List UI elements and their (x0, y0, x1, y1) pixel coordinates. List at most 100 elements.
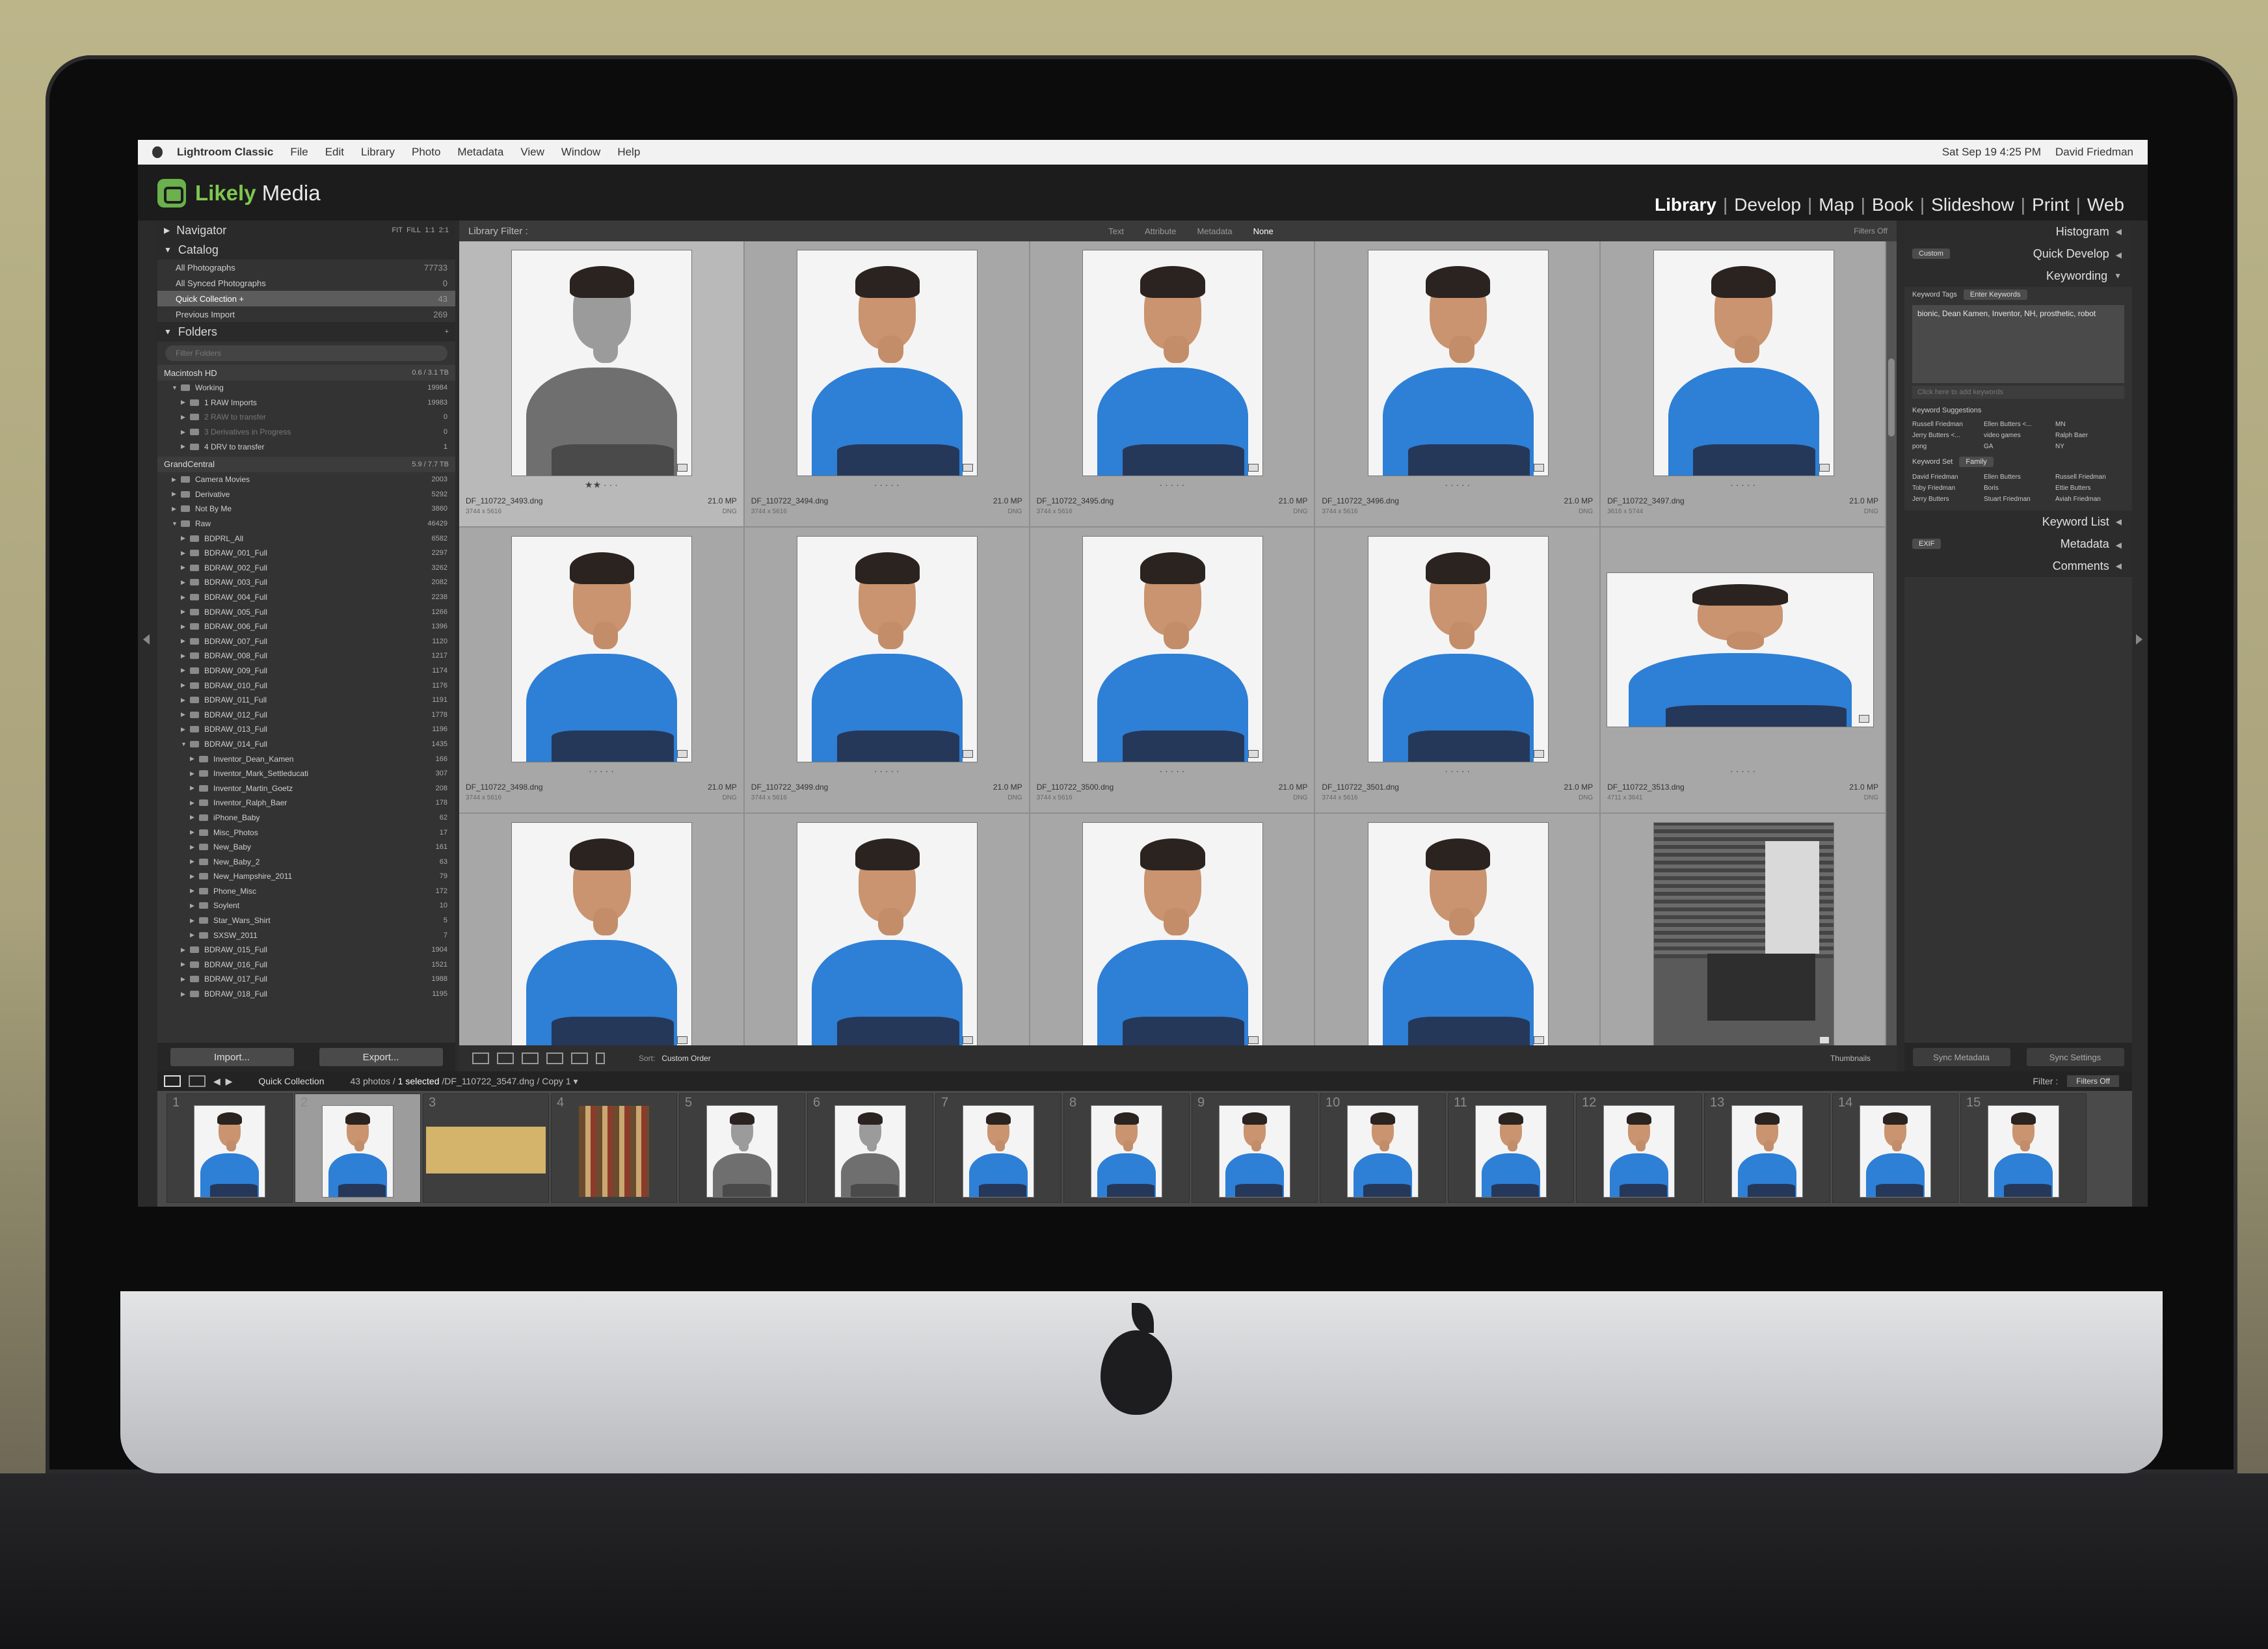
grid-cell[interactable] (1030, 814, 1316, 1045)
collapse-triangle-icon[interactable]: ▶ (190, 784, 199, 792)
keyword-suggestion[interactable]: video games (1984, 432, 2053, 439)
grid-cell[interactable]: · · · · · DF_110722_3494.dng 21.0 MP 3744 x… (744, 241, 1030, 528)
add-folder-icon[interactable]: + (445, 328, 449, 336)
catalog-item[interactable]: All Photographs 77733 (157, 260, 455, 275)
portrait-photo[interactable] (1091, 1106, 1162, 1197)
filmstrip-filters-off-select[interactable]: Filters Off (2067, 1075, 2119, 1087)
collapse-triangle-icon[interactable]: ▶ (181, 399, 190, 406)
collapse-triangle-icon[interactable]: ▶ (181, 991, 190, 998)
expand-triangle-icon[interactable]: ▼ (181, 741, 190, 747)
collapse-triangle-icon[interactable]: ▶ (181, 535, 190, 542)
bookshelf-photo[interactable] (579, 1106, 649, 1197)
portrait-photo[interactable] (963, 1106, 1034, 1197)
star-rating[interactable]: · · · · · (1315, 766, 1599, 776)
collapse-triangle-icon[interactable]: ▶ (190, 858, 199, 865)
star-rating[interactable]: · · · · · (1315, 479, 1599, 490)
folder-item[interactable]: ▶ Soylent 10 (157, 898, 455, 913)
keyword-set-item[interactable]: David Friedman (1912, 474, 1981, 481)
folder-item[interactable]: ▶ Derivative 5292 (157, 487, 455, 502)
portrait-photo[interactable] (1368, 537, 1548, 762)
keyword-suggestion[interactable]: Ralph Baer (2055, 432, 2124, 439)
menu-window[interactable]: Window (561, 146, 600, 159)
left-panel-toggle-icon[interactable] (143, 634, 150, 645)
collapse-triangle-icon[interactable]: ▶ (172, 505, 181, 513)
portrait-photo[interactable] (1607, 573, 1873, 727)
filmstrip-cell[interactable]: 1 (167, 1093, 293, 1203)
portrait-photo[interactable] (1368, 250, 1548, 476)
collapse-triangle-icon[interactable]: ▶ (190, 755, 199, 762)
star-rating[interactable]: · · · · · (745, 766, 1029, 776)
keyword-set-item[interactable]: Boris (1984, 485, 2053, 492)
filmstrip-cell[interactable]: 4 (551, 1093, 677, 1203)
portrait-photo[interactable] (1988, 1106, 2059, 1197)
folder-item[interactable]: ▶ BDRAW_005_Full 1266 (157, 604, 455, 619)
menu-help[interactable]: Help (617, 146, 640, 159)
collapse-triangle-icon[interactable]: ▶ (190, 770, 199, 777)
keyword-set-item[interactable]: Ellen Butters (1984, 474, 2053, 481)
portrait-photo[interactable] (1732, 1106, 1802, 1197)
folder-item[interactable]: ▶ iPhone_Baby 62 (157, 811, 455, 825)
compare-view-icon[interactable] (522, 1052, 539, 1064)
folder-item[interactable]: ▶ BDRAW_004_Full 2238 (157, 590, 455, 605)
menu-photo[interactable]: Photo (412, 146, 440, 159)
painter-icon[interactable] (596, 1052, 605, 1064)
filmstrip-cell[interactable]: 7 (935, 1093, 1061, 1203)
portrait-photo[interactable] (1653, 250, 1834, 476)
module-develop[interactable]: Develop (1728, 194, 1808, 215)
folder-item[interactable]: ▶ 3 Derivatives in Progress 0 (157, 425, 455, 440)
catalog-item[interactable]: Previous Import 269 (157, 306, 455, 322)
folder-item[interactable]: ▶ New_Baby 161 (157, 840, 455, 855)
sync-metadata-button[interactable]: Sync Metadata (1912, 1048, 2010, 1066)
portrait-photo[interactable] (835, 1106, 905, 1197)
folder-item[interactable]: ▶ SXSW_2011 7 (157, 928, 455, 943)
collapse-triangle-icon[interactable]: ▶ (181, 414, 190, 421)
module-map[interactable]: Map (1812, 194, 1860, 215)
collapse-triangle-icon[interactable]: ▶ (190, 873, 199, 880)
portrait-photo[interactable] (512, 250, 692, 476)
grid-cell[interactable]: ★★ · · · DF_110722_3493.dng 21.0 MP 3744 x … (459, 241, 745, 528)
portrait-photo[interactable] (512, 823, 692, 1045)
folder-item[interactable]: ▶ BDRAW_012_Full 1778 (157, 707, 455, 722)
folder-item[interactable]: ▶ Phone_Misc 172 (157, 884, 455, 899)
portrait-photo[interactable] (1368, 823, 1548, 1045)
filmstrip-source[interactable]: Quick Collection (258, 1076, 324, 1086)
quick-develop-preset-select[interactable]: Custom (1912, 248, 1950, 259)
filmstrip-cell[interactable]: 2 (295, 1093, 421, 1203)
folder-item[interactable]: ▶ 1 RAW Imports 19983 (157, 395, 455, 410)
portrait-photo[interactable] (797, 250, 978, 476)
add-keywords-input[interactable]: Click here to add keywords (1912, 386, 2124, 399)
folder-item[interactable]: ▶ BDRAW_011_Full 1191 (157, 693, 455, 708)
collapse-triangle-icon[interactable]: ▶ (181, 697, 190, 704)
collapse-triangle-icon[interactable]: ▶ (181, 594, 190, 601)
collapse-triangle-icon[interactable]: ▶ (190, 887, 199, 894)
expand-triangle-icon[interactable]: ▼ (172, 384, 181, 391)
collapse-triangle-icon[interactable]: ▶ (190, 814, 199, 821)
folder-item[interactable]: ▶ Inventor_Mark_Settleducati 307 (157, 766, 455, 781)
folder-filter-input[interactable]: Filter Folders (165, 345, 447, 361)
collapse-triangle-icon[interactable]: ▶ (190, 917, 199, 924)
folder-item[interactable]: ▶ BDRAW_016_Full 1521 (157, 958, 455, 972)
portrait-photo[interactable] (512, 537, 692, 762)
folder-item[interactable]: ▼ Raw 46429 (157, 516, 455, 531)
sort-order-dropdown[interactable]: Custom Order (661, 1054, 710, 1063)
collapse-triangle-icon[interactable]: ▶ (190, 844, 199, 851)
navigator-header[interactable]: ▶ Navigator FIT FILL 1:1 2:1 (157, 221, 455, 240)
menu-file[interactable]: File (290, 146, 308, 159)
forward-arrow-icon[interactable]: ▶ (226, 1076, 233, 1087)
sync-settings-button[interactable]: Sync Settings (2026, 1048, 2124, 1066)
portrait-photo[interactable] (323, 1106, 393, 1197)
folder-item[interactable]: ▶ BDPRL_All 6582 (157, 531, 455, 546)
filters-off-preset[interactable]: Filters Off (1854, 226, 1888, 235)
loupe-view-icon[interactable] (497, 1052, 514, 1064)
collapse-triangle-icon[interactable]: ▶ (181, 652, 190, 660)
filmstrip-cell[interactable]: 6 (807, 1093, 933, 1203)
collapse-triangle-icon[interactable]: ▶ (181, 682, 190, 689)
portrait-photo[interactable] (1220, 1106, 1290, 1197)
keyword-set-select[interactable]: Family (1959, 457, 1994, 467)
grid-cell[interactable]: · · · · · DF_110722_3513.dng 21.0 MP 4711 x… (1601, 528, 1886, 814)
filmstrip-path[interactable]: /DF_110722_3547.dng / Copy 1 ▾ (440, 1076, 578, 1086)
collapse-triangle-icon[interactable]: ▶ (190, 829, 199, 836)
menu-edit[interactable]: Edit (325, 146, 344, 159)
filter-tab-metadata[interactable]: Metadata (1197, 226, 1232, 236)
portrait-photo[interactable] (707, 1106, 777, 1197)
